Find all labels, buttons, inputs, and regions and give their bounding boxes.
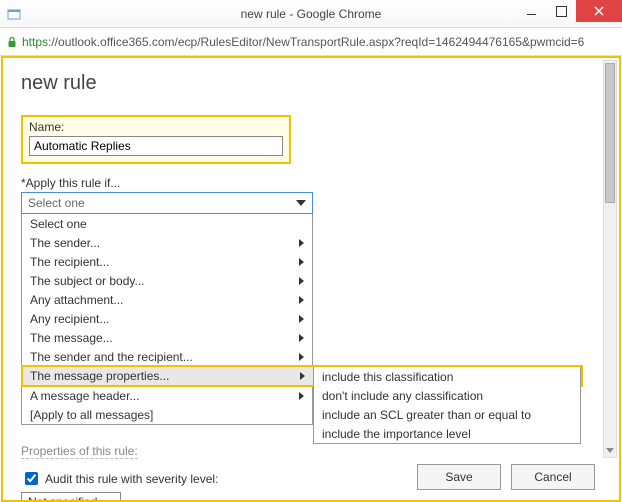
- scroll-down-icon[interactable]: [604, 443, 616, 457]
- url-text: https://outlook.office365.com/ecp/RulesE…: [22, 35, 584, 49]
- dropdown-item[interactable]: The sender and the recipient...: [22, 347, 312, 366]
- condition-select[interactable]: Select one: [21, 192, 313, 214]
- lock-icon: [6, 36, 18, 48]
- dropdown-item[interactable]: Any recipient...: [22, 309, 312, 328]
- scrollbar-thumb[interactable]: [605, 63, 615, 203]
- name-label: Name:: [29, 120, 283, 134]
- chevron-down-icon: [296, 200, 306, 206]
- name-field-highlight: Name:: [21, 115, 291, 164]
- submenu-item[interactable]: include an SCL greater than or equal to: [314, 405, 580, 424]
- url-scheme: https: [22, 35, 48, 49]
- url-rest: ://outlook.office365.com/ecp/RulesEditor…: [48, 35, 584, 49]
- dropdown-item[interactable]: [Apply to all messages]: [22, 405, 312, 424]
- condition-submenu: include this classification don't includ…: [313, 367, 581, 444]
- audit-checkbox[interactable]: [25, 472, 38, 485]
- chevron-right-icon: [299, 277, 304, 285]
- chevron-right-icon: [299, 296, 304, 304]
- dropdown-item[interactable]: The subject or body...: [22, 271, 312, 290]
- page-body: new rule Name: *Apply this rule if... Se…: [3, 58, 619, 500]
- name-input[interactable]: [29, 136, 283, 156]
- condition-select-value: Select one: [28, 196, 85, 210]
- window-buttons: [516, 0, 622, 22]
- severity-select[interactable]: Not specified: [21, 492, 121, 500]
- submenu-item[interactable]: don't include any classification: [314, 386, 580, 405]
- maximize-button[interactable]: [546, 0, 576, 22]
- condition-dropdown: Select one The sender... The recipient..…: [21, 214, 313, 425]
- chevron-down-icon: [106, 500, 114, 501]
- dropdown-item[interactable]: The sender...: [22, 233, 312, 252]
- audit-label: Audit this rule with severity level:: [45, 472, 218, 486]
- address-bar[interactable]: https://outlook.office365.com/ecp/RulesE…: [0, 28, 622, 56]
- close-button[interactable]: [576, 0, 622, 22]
- rule-properties-label: Properties of this rule:: [21, 444, 138, 459]
- dropdown-item[interactable]: The recipient...: [22, 252, 312, 271]
- window-titlebar: new rule - Google Chrome: [0, 0, 622, 28]
- apply-rule-label: *Apply this rule if...: [21, 176, 601, 190]
- severity-value: Not specified: [28, 495, 97, 500]
- vertical-scrollbar[interactable]: [603, 60, 617, 458]
- chevron-right-icon: [299, 392, 304, 400]
- chevron-right-icon: [299, 353, 304, 361]
- chevron-right-icon: [300, 372, 305, 380]
- chevron-right-icon: [299, 315, 304, 323]
- minimize-button[interactable]: [516, 0, 546, 22]
- cancel-button[interactable]: Cancel: [511, 464, 595, 490]
- dropdown-item[interactable]: The message properties...: [22, 366, 314, 385]
- page-outline: new rule Name: *Apply this rule if... Se…: [1, 56, 621, 502]
- dialog-buttons: Save Cancel: [417, 464, 595, 490]
- chevron-right-icon: [299, 334, 304, 342]
- chevron-right-icon: [299, 239, 304, 247]
- dropdown-item[interactable]: A message header...: [22, 386, 312, 405]
- submenu-item[interactable]: include this classification: [314, 367, 580, 386]
- dropdown-item[interactable]: Select one: [22, 214, 312, 233]
- save-button[interactable]: Save: [417, 464, 501, 490]
- chevron-right-icon: [299, 258, 304, 266]
- app-icon: [6, 6, 22, 22]
- dropdown-item[interactable]: Any attachment...: [22, 290, 312, 309]
- page-title: new rule: [21, 72, 601, 95]
- dropdown-item[interactable]: The message...: [22, 328, 312, 347]
- submenu-item[interactable]: include the importance level: [314, 424, 580, 443]
